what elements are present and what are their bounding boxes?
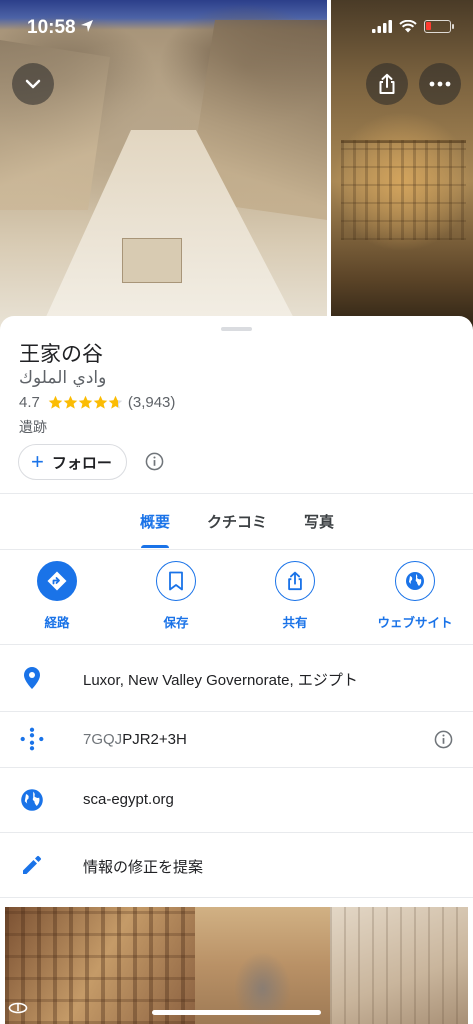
plus-code-row[interactable]: 7GQJPJR2+3H [0, 712, 473, 767]
pencil-icon [19, 852, 45, 878]
rating-stars [48, 395, 123, 410]
tab-reviews[interactable]: クチコミ [207, 511, 267, 532]
plus-code-text: 7GQJPJR2+3H [83, 731, 187, 748]
address-row[interactable]: Luxor, New Valley Governorate, エジプト [0, 645, 473, 711]
hieroglyph-wall-photo[interactable] [5, 907, 195, 1024]
star-icon [93, 395, 108, 409]
share-icon [379, 73, 395, 94]
photo-tomb-entrance [122, 238, 182, 283]
address-text: Luxor, New Valley Governorate, エジプト [83, 672, 358, 689]
place-native-name: وادي الملوك [19, 368, 107, 388]
share-circle [275, 561, 315, 601]
street-view-icon[interactable] [8, 1000, 28, 1014]
directions-circle [37, 561, 77, 601]
save-label: 保存 [163, 616, 189, 630]
share-button[interactable] [366, 63, 408, 105]
globe-icon [406, 572, 424, 590]
photo-relief [341, 140, 466, 240]
home-indicator [152, 1010, 321, 1015]
review-count: (3,943) [127, 394, 176, 411]
website-button[interactable]: ウェブサイト [370, 561, 460, 631]
directions-button[interactable]: 経路 [12, 561, 102, 631]
globe-icon [19, 787, 45, 813]
photo-cliff-left [0, 40, 110, 210]
status-indicators [372, 20, 454, 33]
plus-code-prefix: 7GQJ [83, 731, 123, 748]
status-time: 10:58 [27, 17, 76, 38]
relief-wall-photo[interactable] [330, 907, 468, 1024]
share-place-button[interactable]: 共有 [250, 561, 340, 631]
tab-photos[interactable]: 写真 [304, 511, 334, 532]
follow-label: フォロー [51, 454, 112, 472]
website-circle [395, 561, 435, 601]
more-options-button[interactable] [419, 63, 461, 105]
tab-bar: 概要 クチコミ 写真 [0, 494, 473, 549]
star-icon [108, 395, 123, 409]
rating-row[interactable]: 4.7 (3,943) [19, 394, 175, 411]
suggest-edit-text: 情報の修正を提案 [83, 859, 204, 876]
action-row: 経路 保存 共有 ウェブサイト [0, 561, 473, 645]
plus-code-info-icon[interactable] [434, 730, 453, 749]
more-horizontal-icon [429, 81, 451, 87]
website-label: ウェブサイト [377, 616, 453, 630]
save-button[interactable]: 保存 [131, 561, 221, 631]
star-icon [78, 395, 93, 409]
info-icon[interactable] [145, 452, 164, 471]
save-circle [156, 561, 196, 601]
photo-strip[interactable] [5, 907, 468, 1024]
drag-handle[interactable] [221, 327, 252, 331]
chevron-down-icon [25, 79, 41, 89]
battery-icon [424, 20, 454, 33]
bookmark-icon [169, 571, 183, 591]
star-icon [63, 395, 78, 409]
directions-label: 経路 [44, 616, 70, 630]
rating-value: 4.7 [19, 394, 40, 411]
website-text: sca-egypt.org [83, 791, 174, 808]
divider [0, 897, 473, 898]
directions-icon [47, 571, 67, 591]
status-bar: 10:58 [0, 0, 473, 56]
location-pin-icon [19, 665, 45, 691]
plus-code-icon [19, 726, 45, 752]
place-title: 王家の谷 [19, 343, 103, 366]
signal-icon [372, 20, 392, 33]
tab-overview[interactable]: 概要 [140, 511, 170, 532]
website-row[interactable]: sca-egypt.org [0, 768, 473, 832]
share-icon [288, 571, 302, 591]
tomb-corridor-photo[interactable] [195, 907, 330, 1024]
active-tab-indicator [141, 545, 169, 548]
plus-code-rest: PJR2+3H [122, 731, 187, 748]
suggest-edit-row[interactable]: 情報の修正を提案 [0, 833, 473, 897]
divider [0, 549, 473, 550]
wifi-icon [399, 20, 417, 33]
collapse-button[interactable] [12, 63, 54, 105]
plus-icon: + [31, 449, 44, 474]
follow-button[interactable]: + フォロー [18, 444, 127, 480]
location-arrow-icon [81, 20, 93, 32]
place-category: 遺跡 [19, 419, 47, 435]
share-label: 共有 [282, 616, 308, 630]
star-icon [48, 395, 63, 409]
